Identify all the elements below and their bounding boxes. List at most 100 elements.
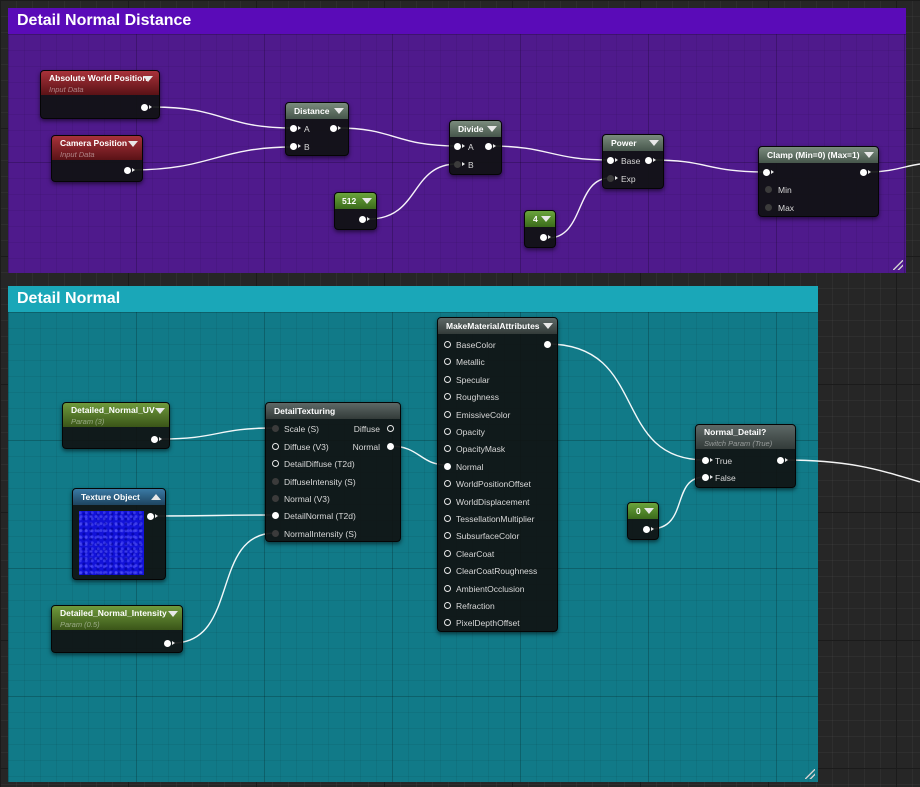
collapse-arrow-icon[interactable] bbox=[362, 198, 372, 204]
mma-input-row[interactable]: PixelDepthOffset bbox=[438, 616, 557, 630]
collapse-arrow-icon[interactable] bbox=[541, 216, 551, 222]
mma-input-row[interactable]: WorldPositionOffset bbox=[438, 477, 557, 491]
input-pin-min-icon[interactable] bbox=[765, 186, 772, 193]
output-pin-icon[interactable] bbox=[645, 157, 656, 164]
output-pin-icon[interactable] bbox=[860, 169, 871, 176]
input-pin-normal-icon[interactable] bbox=[272, 495, 279, 502]
input-pin-a-icon[interactable] bbox=[290, 125, 301, 132]
input-pin-icon[interactable] bbox=[444, 445, 451, 453]
node-power[interactable]: Power Base Exp bbox=[602, 134, 664, 189]
collapse-arrow-icon[interactable] bbox=[155, 408, 165, 414]
collapse-arrow-icon[interactable] bbox=[143, 76, 153, 82]
input-pin-scale-icon[interactable] bbox=[272, 425, 279, 432]
output-pin-icon[interactable] bbox=[330, 125, 341, 132]
input-pin-false-icon[interactable] bbox=[702, 474, 713, 481]
input-pin-diffuseintensity-icon[interactable] bbox=[272, 478, 279, 485]
collapse-arrow-icon[interactable] bbox=[644, 508, 654, 514]
output-pin-icon[interactable] bbox=[643, 526, 654, 533]
collapse-arrow-icon[interactable] bbox=[649, 140, 659, 146]
node-texture-object[interactable]: Texture Object bbox=[72, 488, 166, 580]
node-detailed-normal-uv[interactable]: Detailed_Normal_UV Param (3) bbox=[62, 402, 170, 449]
output-pin-icon[interactable] bbox=[544, 341, 551, 348]
comment-resize-handle[interactable] bbox=[893, 260, 903, 270]
output-pin-icon[interactable] bbox=[164, 640, 175, 647]
input-pin-icon[interactable] bbox=[763, 169, 774, 176]
output-pin-icon[interactable] bbox=[485, 143, 496, 150]
mma-input-row[interactable]: EmissiveColor bbox=[438, 408, 557, 422]
pin-label: Normal bbox=[352, 442, 380, 452]
input-pin-icon[interactable] bbox=[444, 462, 451, 470]
output-pin-icon[interactable] bbox=[147, 513, 158, 520]
comment-resize-handle[interactable] bbox=[805, 769, 815, 779]
node-constant-4[interactable]: 4 bbox=[524, 210, 556, 248]
mma-input-row[interactable]: ClearCoat bbox=[438, 547, 557, 561]
input-pin-icon[interactable] bbox=[444, 428, 451, 435]
node-make-material-attributes[interactable]: MakeMaterialAttributes BaseColor Metallic… bbox=[437, 317, 558, 632]
node-clamp[interactable]: Clamp (Min=0) (Max=1) Min Max bbox=[758, 146, 879, 217]
input-pin-icon[interactable] bbox=[444, 480, 451, 488]
mma-input-row[interactable]: Opacity bbox=[438, 425, 557, 439]
pin-label: Specular bbox=[456, 374, 490, 385]
node-constant-0[interactable]: 0 bbox=[627, 502, 659, 540]
collapse-arrow-icon[interactable] bbox=[487, 126, 497, 132]
node-constant-512[interactable]: 512 bbox=[334, 192, 377, 230]
mma-input-row[interactable]: Specular bbox=[438, 373, 557, 387]
input-pin-icon[interactable] bbox=[444, 567, 451, 575]
input-pin-icon[interactable] bbox=[444, 549, 451, 557]
node-detailed-normal-intensity[interactable]: Detailed_Normal_Intensity Param (0.5) bbox=[51, 605, 183, 653]
mma-input-row[interactable]: TessellationMultiplier bbox=[438, 512, 557, 526]
mma-input-row[interactable]: WorldDisplacement bbox=[438, 495, 557, 509]
collapse-arrow-icon[interactable] bbox=[543, 323, 553, 329]
node-detail-texturing[interactable]: DetailTexturing Scale (S) Diffuse Diffus… bbox=[265, 402, 401, 542]
collapse-arrow-icon[interactable] bbox=[334, 108, 344, 114]
node-divide[interactable]: Divide A B bbox=[449, 120, 502, 175]
node-normal-detail-switch[interactable]: Normal_Detail? Switch Param (True) True … bbox=[695, 424, 796, 488]
collapse-arrow-icon[interactable] bbox=[128, 141, 138, 147]
input-pin-icon[interactable] bbox=[444, 602, 451, 609]
input-pin-detaildiffuse-icon[interactable] bbox=[272, 460, 279, 467]
input-pin-normalintensity-icon[interactable] bbox=[272, 530, 279, 537]
input-pin-icon[interactable] bbox=[444, 532, 451, 540]
output-pin-icon[interactable] bbox=[540, 234, 551, 241]
input-pin-icon[interactable] bbox=[444, 393, 451, 401]
input-pin-icon[interactable] bbox=[444, 584, 451, 592]
input-pin-diffuse-icon[interactable] bbox=[272, 443, 279, 450]
input-pin-detailnormal-icon[interactable] bbox=[272, 512, 279, 519]
input-pin-a-icon[interactable] bbox=[454, 143, 465, 150]
input-pin-max-icon[interactable] bbox=[765, 204, 772, 211]
input-pin-icon[interactable] bbox=[444, 341, 451, 348]
input-pin-exp-icon[interactable] bbox=[607, 175, 618, 182]
mma-input-row[interactable]: Metallic bbox=[438, 355, 557, 369]
mma-input-row[interactable]: ClearCoatRoughness bbox=[438, 564, 557, 578]
input-pin-icon[interactable] bbox=[444, 358, 451, 366]
input-pin-icon[interactable] bbox=[444, 515, 451, 522]
output-pin-icon[interactable] bbox=[124, 167, 135, 174]
input-pin-base-icon[interactable] bbox=[607, 157, 618, 164]
input-pin-b-icon[interactable] bbox=[454, 161, 465, 168]
node-distance[interactable]: Distance A B bbox=[285, 102, 349, 156]
mma-input-row[interactable]: Normal bbox=[438, 460, 557, 474]
input-pin-icon[interactable] bbox=[444, 375, 451, 383]
output-pin-icon[interactable] bbox=[777, 457, 788, 464]
collapse-arrow-icon[interactable] bbox=[168, 611, 178, 617]
collapse-arrow-icon[interactable] bbox=[864, 152, 874, 158]
mma-input-row[interactable]: AmbientOcclusion bbox=[438, 582, 557, 596]
input-pin-icon[interactable] bbox=[444, 497, 451, 505]
mma-input-row[interactable]: OpacityMask bbox=[438, 442, 557, 456]
output-pin-normal-icon[interactable] bbox=[387, 443, 394, 450]
node-absolute-world-position[interactable]: Absolute World Position Input Data bbox=[40, 70, 160, 119]
output-pin-diffuse-icon[interactable] bbox=[387, 425, 394, 432]
mma-input-row[interactable]: Roughness bbox=[438, 390, 557, 404]
output-pin-icon[interactable] bbox=[151, 436, 162, 443]
input-pin-b-icon[interactable] bbox=[290, 143, 301, 150]
mma-input-row[interactable]: Refraction bbox=[438, 599, 557, 613]
mma-input-row[interactable]: SubsurfaceColor bbox=[438, 529, 557, 543]
input-pin-icon[interactable] bbox=[444, 410, 451, 418]
input-pin-icon[interactable] bbox=[444, 619, 451, 627]
expand-arrow-icon[interactable] bbox=[151, 494, 161, 500]
node-camera-position[interactable]: Camera Position Input Data bbox=[51, 135, 143, 182]
input-pin-true-icon[interactable] bbox=[702, 457, 713, 464]
output-pin-icon[interactable] bbox=[359, 216, 370, 223]
output-pin-icon[interactable] bbox=[141, 104, 152, 111]
mma-input-row[interactable]: BaseColor bbox=[438, 338, 557, 352]
